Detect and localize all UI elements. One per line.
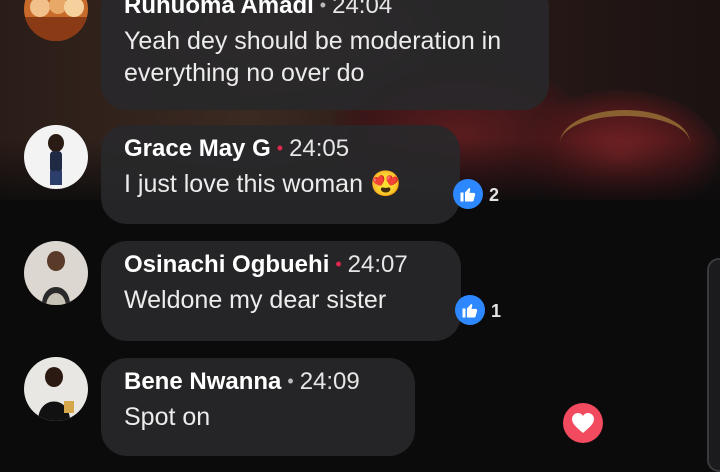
- comment-bubble[interactable]: Osinachi Ogbuehi • 24:07 Weldone my dear s…: [101, 241, 461, 341]
- heart-icon[interactable]: [563, 403, 603, 443]
- separator-dot: •: [287, 371, 294, 391]
- commenter-name[interactable]: Bene Nwanna: [124, 368, 281, 395]
- comment-time: 24:09: [299, 368, 360, 395]
- avatar[interactable]: [24, 125, 88, 189]
- comment-text: Weldone my dear sister: [124, 286, 387, 314]
- side-panel-edge[interactable]: [707, 258, 720, 472]
- separator-dot: •: [319, 0, 327, 15]
- comment-bubble[interactable]: Ruhuoma Amadi • 24:04 Yeah dey should be m…: [101, 0, 549, 110]
- commenter-name[interactable]: Ruhuoma Amadi: [124, 0, 314, 19]
- comment-time: 24:07: [347, 251, 408, 278]
- commenter-name[interactable]: Osinachi Ogbuehi: [124, 251, 329, 278]
- thumbs-up-icon[interactable]: [453, 179, 483, 209]
- comment-text: Yeah dey should be moderation in everyth…: [124, 27, 502, 87]
- commenter-name[interactable]: Grace May G: [124, 135, 271, 162]
- live-dot: •: [335, 254, 342, 274]
- avatar[interactable]: [24, 357, 88, 421]
- like-count: 2: [489, 185, 500, 205]
- comment-bubble[interactable]: Bene Nwanna • 24:09 Spot on: [101, 358, 415, 456]
- like-count: 1: [491, 301, 502, 321]
- comment-text: I just love this woman: [124, 170, 363, 198]
- comment-time: 24:04: [332, 0, 393, 19]
- heart-eyes-emoji: 😍: [369, 170, 402, 198]
- live-dot: •: [276, 138, 284, 158]
- comment-time: 24:05: [289, 135, 350, 162]
- thumbs-up-icon[interactable]: [455, 295, 485, 325]
- comment-text: Spot on: [124, 403, 211, 431]
- comment-bubble[interactable]: Grace May G • 24:05 I just love this woman…: [101, 125, 460, 224]
- avatar[interactable]: [24, 241, 88, 305]
